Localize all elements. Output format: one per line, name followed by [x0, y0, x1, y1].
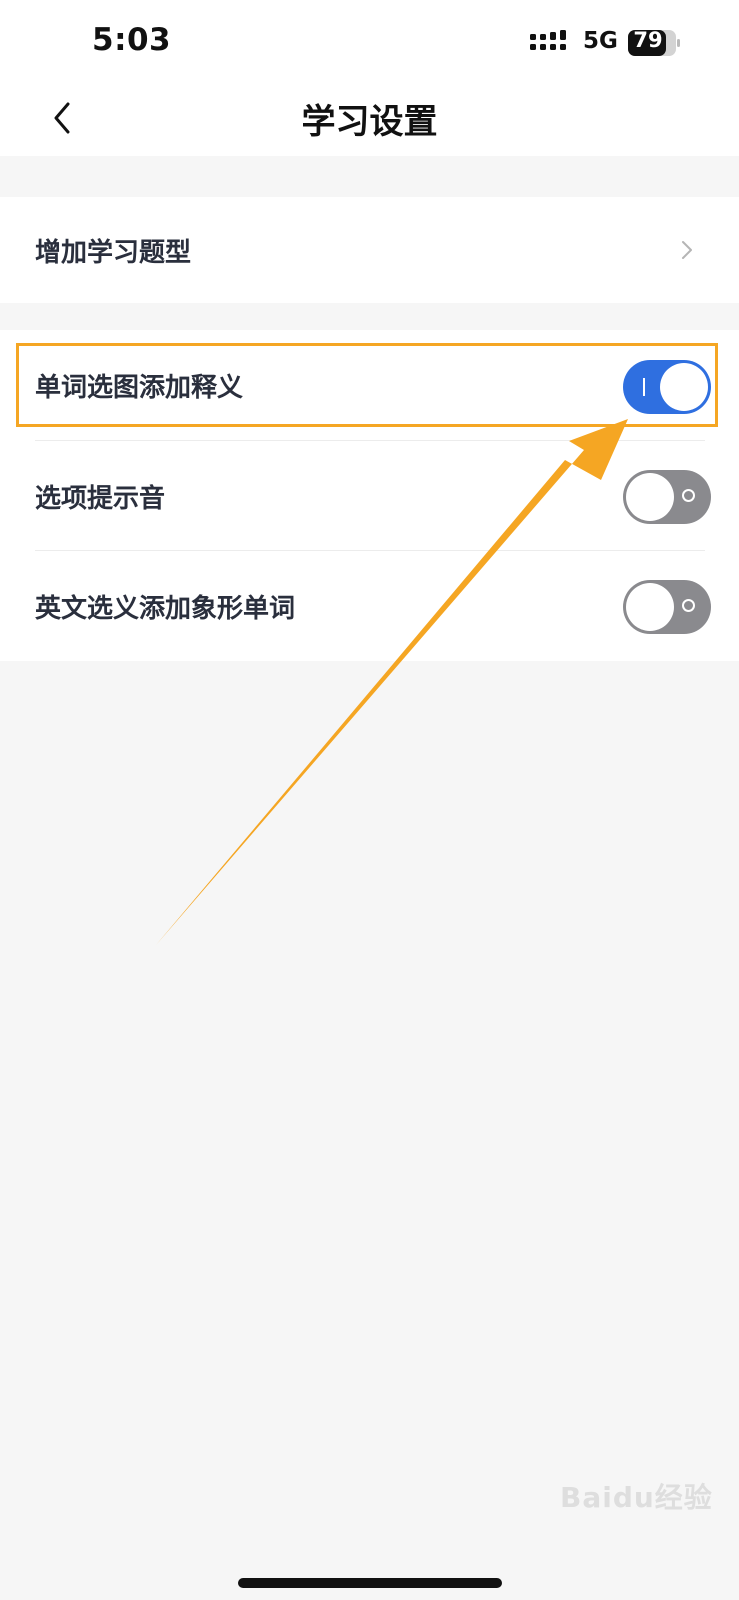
toggle-off-mark	[682, 489, 695, 502]
toggle-pictograph-words[interactable]	[623, 580, 711, 634]
toggle-option-sound[interactable]	[623, 470, 711, 524]
watermark: Baidu经验	[560, 1481, 713, 1514]
toggle-knob	[626, 583, 674, 631]
setting-label-pictograph-words: 英文选义添加象形单词	[35, 594, 296, 624]
toggle-knob	[660, 363, 708, 411]
toggle-knob	[626, 473, 674, 521]
toggle-on-mark	[643, 378, 645, 396]
divider	[35, 550, 705, 551]
battery-level: 79	[633, 28, 663, 52]
home-indicator	[238, 1578, 502, 1588]
nav-bar: 学习设置	[0, 84, 739, 156]
status-time: 5:03	[92, 22, 172, 58]
page-title: 学习设置	[301, 102, 438, 142]
divider	[35, 440, 705, 441]
toggle-word-image-definition[interactable]	[623, 360, 711, 414]
network-label: 5G	[583, 28, 618, 54]
setting-label-option-sound: 选项提示音	[35, 484, 166, 514]
setting-label-word-image-definition: 单词选图添加释义	[35, 373, 244, 403]
chevron-right-icon	[682, 241, 692, 259]
setting-label: 增加学习题型	[35, 238, 192, 268]
setting-row-add-question-types[interactable]: 增加学习题型	[0, 197, 739, 303]
signal-icon	[530, 30, 566, 50]
status-bar: 5:03 5G 79	[0, 0, 739, 84]
toggle-settings-group: 单词选图添加释义 选项提示音 英文选义添加象形单词	[0, 330, 739, 661]
toggle-off-mark	[682, 599, 695, 612]
